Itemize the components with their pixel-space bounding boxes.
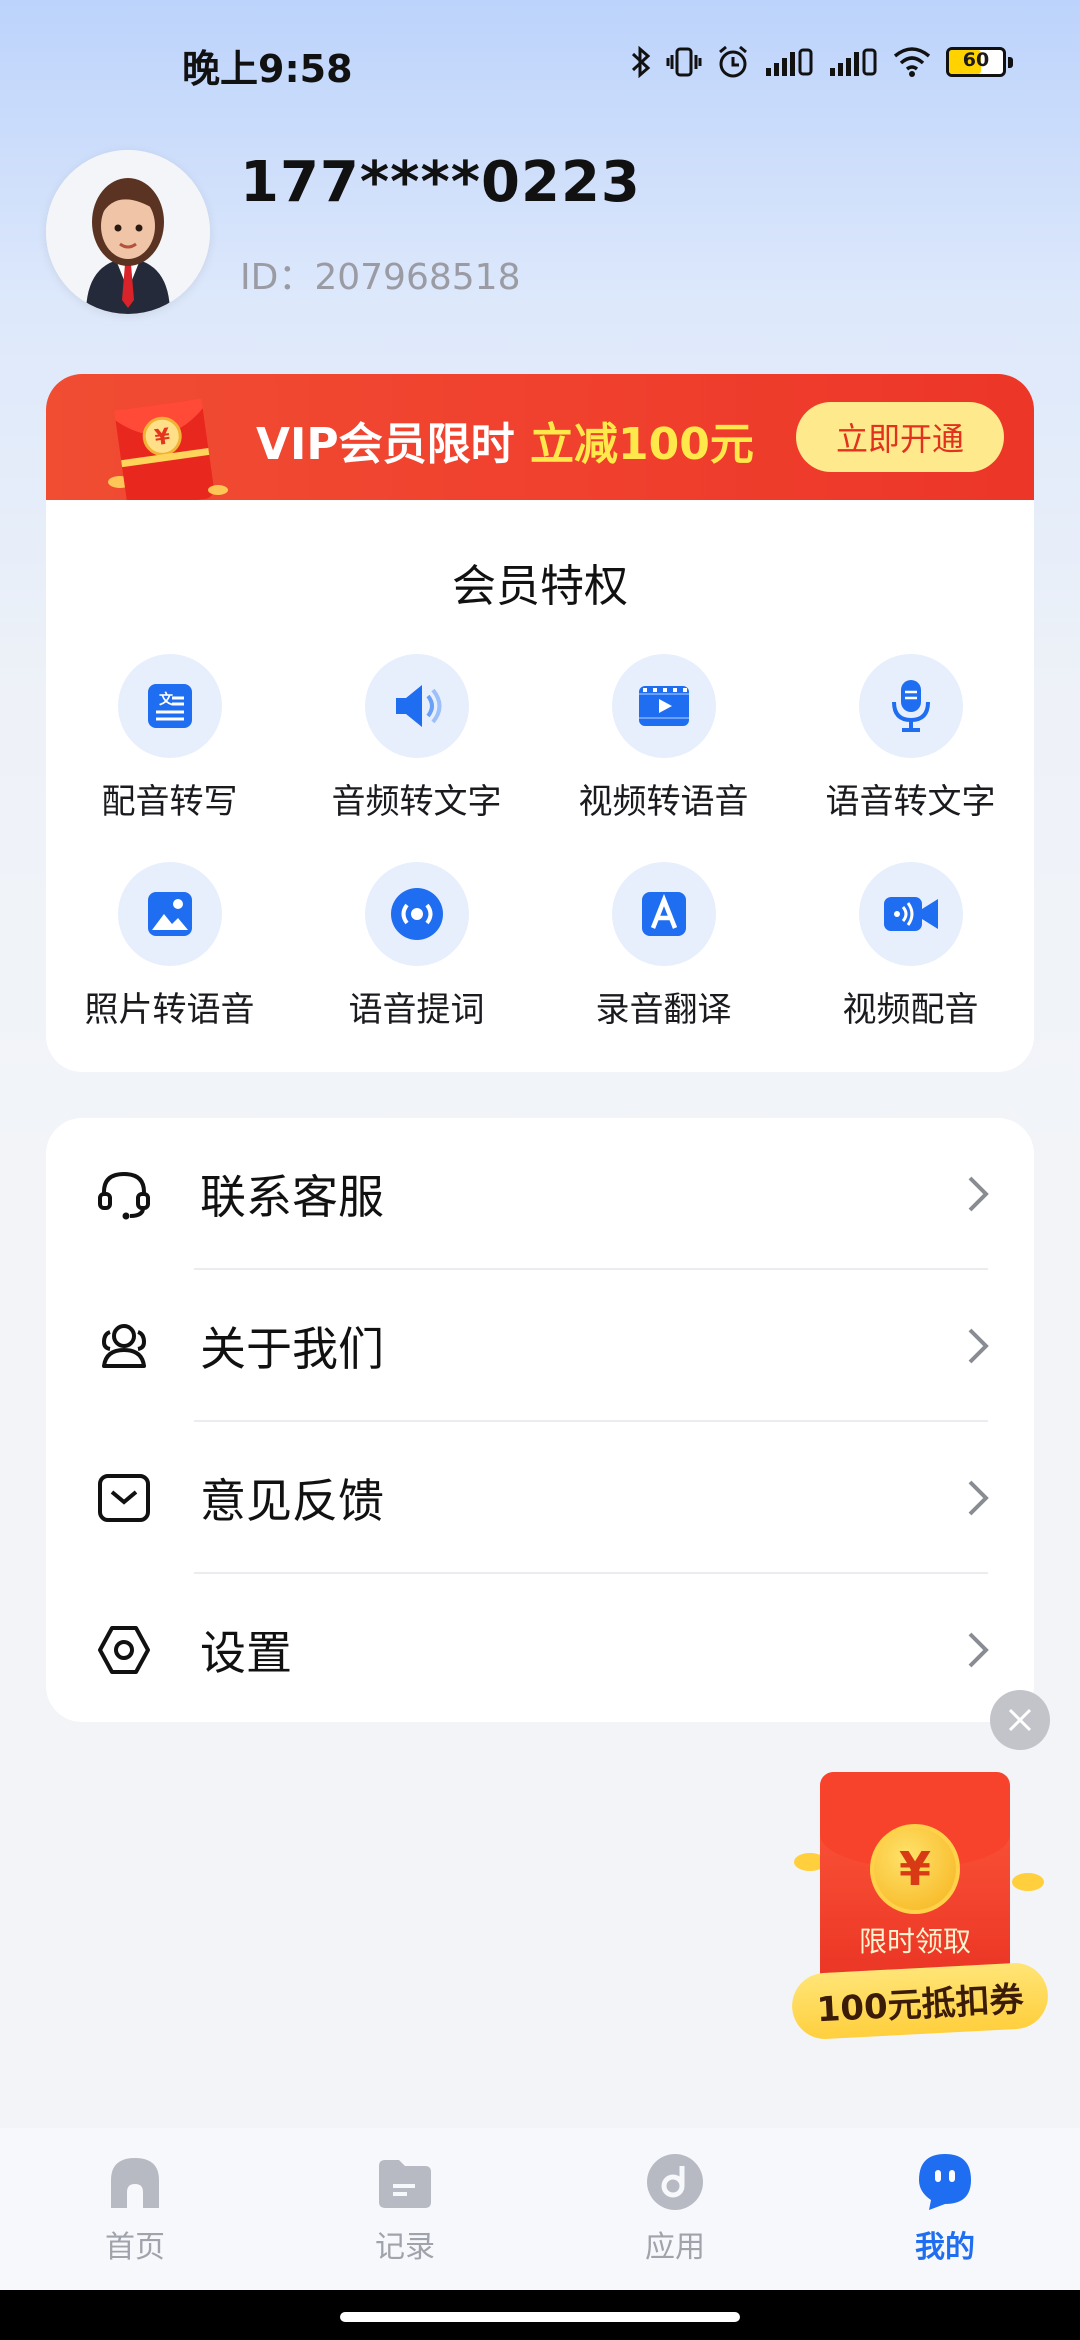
tab-records[interactable]: 记录: [270, 2152, 540, 2266]
perk-label: 语音提词: [348, 990, 485, 1030]
open-vip-button[interactable]: 立即开通: [796, 402, 1004, 472]
profile-icon: [919, 2154, 971, 2210]
menu-item-customer-service[interactable]: 联系客服: [46, 1118, 1034, 1270]
chevron-right-icon: [968, 1480, 989, 1516]
image-icon: [147, 892, 192, 936]
wifi-icon: [893, 47, 931, 77]
perk-recording-translate[interactable]: 录音翻译: [540, 862, 787, 1031]
perk-video-to-speech[interactable]: 视频转语音: [540, 654, 787, 823]
chevron-right-icon: [968, 1176, 989, 1212]
alarm-icon: [719, 45, 747, 78]
menu-label: 意见反馈: [200, 1474, 384, 1528]
perk-audio-to-text[interactable]: 音频转文字: [293, 654, 540, 823]
yuan-coin-icon: ¥: [870, 1824, 960, 1914]
perk-label: 录音翻译: [595, 990, 732, 1030]
user-phone: 177****0223: [240, 150, 641, 215]
menu-label: 联系客服: [200, 1170, 384, 1224]
perk-video-dubbing[interactable]: 视频配音: [787, 862, 1034, 1031]
vip-card: ¥ VIP会员限时 立减100元 立即开通 会员特权 文 配音转写 音频转文字 …: [46, 374, 1034, 1072]
menu-item-feedback[interactable]: 意见反馈: [46, 1422, 1034, 1574]
perk-label: 语音转文字: [825, 782, 996, 822]
tab-home[interactable]: 首页: [0, 2152, 270, 2266]
coupon-label: 100元抵扣券: [790, 1961, 1050, 2041]
perk-label: 音频转文字: [331, 782, 502, 822]
menu-item-about-us[interactable]: 关于我们: [46, 1270, 1034, 1422]
battery-indicator: 60: [946, 47, 1013, 77]
perk-speech-to-text[interactable]: 语音转文字: [787, 654, 1034, 823]
translate-icon: [641, 892, 686, 936]
perks-title: 会员特权: [452, 561, 628, 612]
avatar-image: [46, 150, 210, 314]
folder-icon: [379, 2160, 431, 2208]
avatar[interactable]: [46, 150, 210, 314]
user-id: ID：207968518: [240, 257, 521, 298]
microphone-icon: [891, 680, 930, 732]
status-time: 晚上9:58: [182, 47, 353, 91]
perk-speech-prompter[interactable]: 语音提词: [293, 862, 540, 1031]
coupon-promo[interactable]: ¥ 限时领取 100元抵扣券: [790, 1772, 1050, 2042]
vip-promo-highlight: 立减100元: [530, 419, 754, 470]
users-icon: [101, 1324, 147, 1368]
vibrate-icon: [666, 47, 702, 77]
signal-icon-2: [830, 48, 877, 76]
video-icon: [638, 686, 689, 726]
svg-text:文: 文: [159, 691, 174, 708]
perk-label: 照片转语音: [84, 990, 255, 1030]
tab-label: 首页: [105, 2230, 165, 2265]
broadcast-icon: [390, 888, 443, 940]
apps-icon: [647, 2154, 703, 2210]
signal-icon-1: [766, 48, 813, 76]
bluetooth-icon: [631, 45, 651, 79]
status-icons: 60: [630, 40, 1030, 84]
chevron-right-icon: [968, 1328, 989, 1364]
close-promo-button[interactable]: [990, 1690, 1050, 1750]
tab-mine[interactable]: 我的: [810, 2152, 1080, 2266]
tab-label: 记录: [375, 2230, 435, 2265]
document-icon: 文: [147, 684, 192, 728]
close-icon: [1008, 1708, 1032, 1732]
red-envelope: ¥ 限时领取: [820, 1772, 1010, 1994]
menu-item-settings[interactable]: 设置: [46, 1574, 1034, 1726]
feedback-icon: [98, 1474, 150, 1522]
battery-text: 60: [962, 49, 990, 71]
perk-photo-to-speech[interactable]: 照片转语音: [46, 862, 293, 1031]
perk-label: 配音转写: [101, 782, 238, 822]
perk-dubbing-transcribe[interactable]: 文 配音转写: [46, 654, 293, 823]
headset-icon: [98, 1171, 150, 1220]
menu-label: 设置: [200, 1626, 292, 1680]
speaker-icon: [395, 685, 441, 727]
perk-label: 视频配音: [842, 990, 979, 1030]
tab-label: 应用: [645, 2230, 705, 2265]
tab-apps[interactable]: 应用: [540, 2152, 810, 2266]
home-icon: [111, 2158, 159, 2208]
chevron-right-icon: [968, 1632, 989, 1668]
bottom-tab-bar: 首页 记录 应用 我的: [0, 2128, 1080, 2290]
menu-card: 联系客服 关于我们 意见反馈 设置: [46, 1118, 1034, 1722]
vip-promo-prefix: VIP会员限时: [256, 419, 530, 470]
settings-icon: [98, 1626, 150, 1674]
promo-limited-text: 限时领取: [858, 1925, 971, 1958]
home-indicator[interactable]: [340, 2312, 740, 2322]
perk-label: 视频转语音: [578, 782, 749, 822]
red-envelope-icon: ¥: [108, 398, 228, 500]
camera-icon: [883, 897, 938, 931]
tab-label: 我的: [915, 2230, 975, 2265]
vip-promo-text: VIP会员限时 立减100元: [256, 408, 754, 472]
vip-banner[interactable]: ¥ VIP会员限时 立减100元 立即开通: [46, 374, 1034, 500]
menu-label: 关于我们: [200, 1322, 384, 1376]
